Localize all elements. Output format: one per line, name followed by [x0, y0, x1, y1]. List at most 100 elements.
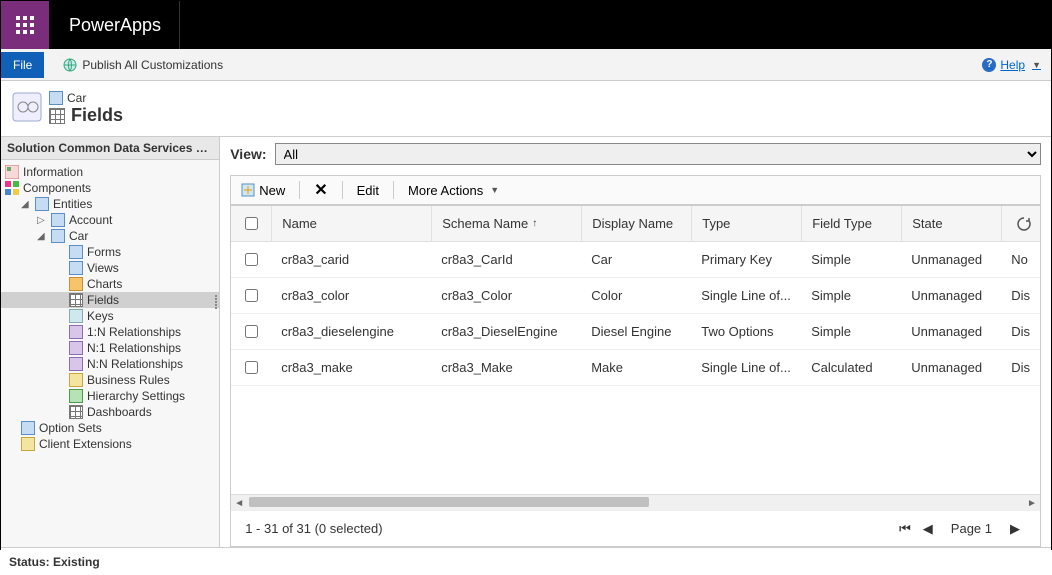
status-bar: Status: Existing [1, 547, 1051, 575]
sidebar-item-business-rules[interactable]: Business Rules [1, 372, 219, 388]
sidebar-item-components[interactable]: Components [1, 180, 219, 196]
sidebar-label: Car [69, 229, 88, 243]
more-actions-button[interactable]: More Actions ▼ [398, 179, 509, 202]
publish-all-button[interactable]: Publish All Customizations [56, 55, 229, 75]
row-checkbox[interactable] [245, 289, 258, 302]
pager-summary: 1 - 31 of 31 (0 selected) [245, 521, 382, 536]
cell-display: Make [581, 350, 691, 385]
view-select[interactable]: All [275, 143, 1041, 165]
sidebar-item-hierarchy[interactable]: Hierarchy Settings [1, 388, 219, 404]
sidebar-item-car[interactable]: ◢ Car [1, 228, 219, 244]
cell-fieldtype: Calculated [801, 350, 901, 385]
select-all-checkbox[interactable] [245, 217, 258, 230]
edit-button[interactable]: Edit [347, 179, 389, 202]
new-icon [241, 183, 255, 197]
cell-type: Primary Key [691, 242, 801, 277]
sidebar-item-nn-relationships[interactable]: N:N Relationships [1, 356, 219, 372]
column-header-state[interactable]: State [901, 206, 1001, 241]
chevron-down-icon: ▼ [1032, 60, 1041, 70]
cell-fieldtype: Simple [801, 242, 901, 277]
cell-type: Single Line of... [691, 350, 801, 385]
sidebar-item-account[interactable]: ▷ Account [1, 212, 219, 228]
next-page-button[interactable]: ▶ [1004, 521, 1026, 537]
cell-name: cr8a3_carid [271, 242, 431, 277]
content-area: View: All New ✕ Edit More Actions ▼ Na [220, 137, 1051, 547]
sidebar-item-n1-relationships[interactable]: N:1 Relationships [1, 340, 219, 356]
delete-button[interactable]: ✕ [304, 176, 337, 204]
first-page-button[interactable]: ⏮ [893, 521, 917, 537]
sidebar-item-1n-relationships[interactable]: 1:N Relationships [1, 324, 219, 340]
sidebar-label: Hierarchy Settings [87, 389, 185, 403]
sidebar-item-entities[interactable]: ◢ Entities [1, 196, 219, 212]
help-link[interactable]: ? Help ▼ [972, 58, 1051, 72]
new-button[interactable]: New [231, 179, 295, 202]
sidebar-label: Entities [53, 197, 92, 211]
collapse-icon[interactable]: ◢ [21, 199, 31, 210]
cell-name: cr8a3_color [271, 278, 431, 313]
scrollbar-thumb[interactable] [249, 497, 649, 507]
fields-grid: Name Schema Name↑ Display Name Type Fiel… [230, 205, 1041, 547]
sidebar-item-forms[interactable]: Forms [1, 244, 219, 260]
sidebar-label: Dashboards [87, 405, 152, 419]
fields-icon [69, 293, 83, 307]
cell-last: Dis [1001, 350, 1040, 385]
collapse-icon[interactable]: ◢ [37, 231, 47, 242]
grid-toolbar: New ✕ Edit More Actions ▼ [230, 175, 1041, 205]
cell-state: Unmanaged [901, 350, 1001, 385]
table-row[interactable]: cr8a3_makecr8a3_MakeMakeSingle Line of..… [231, 350, 1040, 386]
column-header-name[interactable]: Name [271, 206, 431, 241]
table-row[interactable]: cr8a3_colorcr8a3_ColorColorSingle Line o… [231, 278, 1040, 314]
app-title: PowerApps [49, 15, 161, 36]
sidebar-item-information[interactable]: Information [1, 164, 219, 180]
keys-icon [69, 309, 83, 323]
column-header-display[interactable]: Display Name [581, 206, 691, 241]
sidebar-item-client-extensions[interactable]: Client Extensions [1, 436, 219, 452]
cell-last: Dis [1001, 314, 1040, 349]
expand-icon[interactable]: ▷ [37, 215, 47, 226]
column-header-schema[interactable]: Schema Name↑ [431, 206, 581, 241]
view-label: View: [230, 146, 266, 162]
refresh-icon [1016, 216, 1032, 232]
sidebar-label: N:N Relationships [87, 357, 183, 371]
sidebar-item-keys[interactable]: Keys [1, 308, 219, 324]
more-actions-label: More Actions [408, 183, 483, 198]
sidebar-item-views[interactable]: Views [1, 260, 219, 276]
chevron-down-icon: ▼ [490, 185, 499, 195]
cell-last: No [1001, 242, 1040, 277]
prev-page-button[interactable]: ◀ [917, 521, 939, 537]
app-launcher-button[interactable] [1, 1, 49, 49]
table-row[interactable]: cr8a3_caridcr8a3_CarIdCarPrimary KeySimp… [231, 242, 1040, 278]
cell-state: Unmanaged [901, 278, 1001, 313]
column-header-fieldtype[interactable]: Field Type [801, 206, 901, 241]
sidebar-label: Fields [87, 293, 119, 307]
scroll-right-icon[interactable]: ► [1024, 495, 1040, 511]
sidebar-item-dashboards[interactable]: Dashboards [1, 404, 219, 420]
row-checkbox[interactable] [245, 361, 258, 374]
sidebar-item-fields[interactable]: Fields [1, 292, 219, 308]
hierarchy-icon [69, 389, 83, 403]
refresh-button[interactable] [1014, 214, 1034, 234]
file-menu-button[interactable]: File [1, 52, 44, 78]
row-checkbox[interactable] [245, 253, 258, 266]
cell-display: Car [581, 242, 691, 277]
sidebar-label: Account [69, 213, 112, 227]
sidebar-item-charts[interactable]: Charts [1, 276, 219, 292]
sidebar-label: Charts [87, 277, 122, 291]
breadcrumb: Car [67, 91, 86, 105]
table-row[interactable]: cr8a3_dieselenginecr8a3_DieselEngineDies… [231, 314, 1040, 350]
sidebar-label: Option Sets [39, 421, 102, 435]
horizontal-scrollbar[interactable]: ◄ ► [231, 494, 1040, 510]
cell-name: cr8a3_dieselengine [271, 314, 431, 349]
sidebar-item-option-sets[interactable]: Option Sets [1, 420, 219, 436]
row-checkbox[interactable] [245, 325, 258, 338]
rules-icon [69, 373, 83, 387]
pager-bar: 1 - 31 of 31 (0 selected) ⏮ ◀ Page 1 ▶ [231, 510, 1040, 546]
rel-icon [69, 341, 83, 355]
status-text: Status: Existing [9, 555, 100, 569]
scroll-left-icon[interactable]: ◄ [231, 495, 247, 511]
sidebar-resize-handle[interactable] [213, 287, 219, 317]
sidebar-label: Information [23, 165, 83, 179]
solution-header: Solution Common Data Services Defaul... [1, 137, 219, 160]
column-header-type[interactable]: Type [691, 206, 801, 241]
sidebar-label: Client Extensions [39, 437, 132, 451]
